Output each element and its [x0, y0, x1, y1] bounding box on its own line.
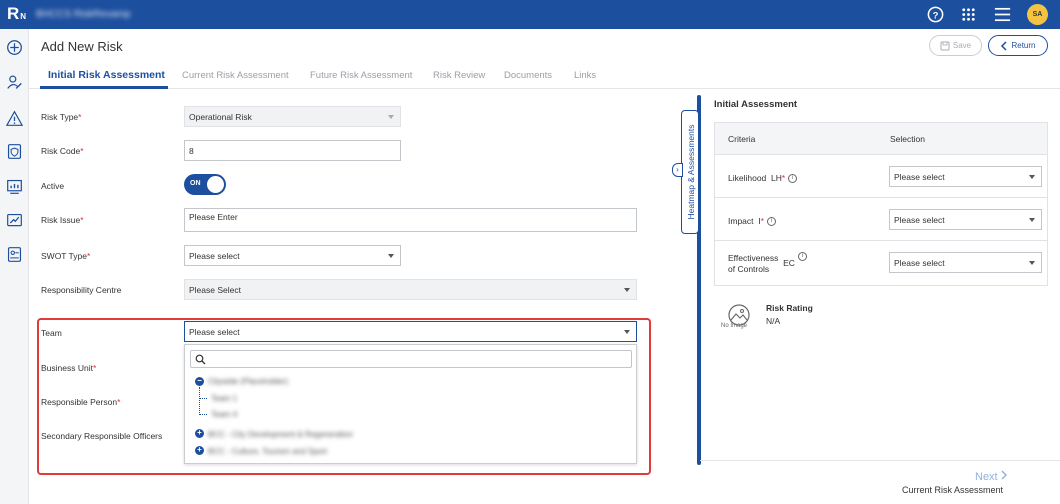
risk-rating-value: N/A	[766, 316, 781, 326]
active-label: Active	[41, 181, 65, 191]
chevron-left-icon	[1001, 40, 1008, 51]
tab-links[interactable]: Links	[574, 70, 596, 81]
return-label: Return	[1011, 41, 1036, 50]
next-step-label: Current Risk Assessment	[902, 485, 1004, 495]
info-icon[interactable]: i	[788, 174, 798, 184]
save-label: Save	[952, 41, 972, 50]
shield-doc-icon[interactable]	[6, 143, 23, 160]
active-toggle[interactable]: ON	[184, 174, 226, 195]
table-row: Effectiveness ECi of Controls Please sele…	[715, 241, 1047, 284]
left-rail	[0, 29, 29, 504]
assessment-table: Criteria Selection Likelihood LH* i Pleas…	[714, 122, 1048, 286]
org-name: BHCCS RiskRevamp	[36, 9, 131, 20]
menu-icon[interactable]	[993, 5, 1012, 24]
chevron-down-icon	[388, 115, 394, 119]
contact-card-icon[interactable]	[6, 246, 23, 263]
effectiveness-select[interactable]: Please select	[889, 252, 1042, 273]
info-icon[interactable]: i	[766, 217, 776, 227]
risk-issue-textarea[interactable]: Please Enter	[184, 208, 637, 232]
criteria-effectiveness: Effectiveness ECi of Controls	[728, 252, 807, 275]
criteria-header: Criteria	[728, 134, 756, 144]
add-icon[interactable]	[6, 39, 23, 56]
responsibility-centre-select[interactable]: Please Select	[184, 279, 637, 300]
user-avatar[interactable]: SA	[1027, 4, 1048, 25]
swot-type-select[interactable]: Please select	[184, 245, 401, 266]
warning-icon[interactable]	[6, 110, 23, 127]
risk-code-label: Risk Code*	[41, 146, 84, 156]
table-row: Impact I* i Please select	[715, 198, 1047, 241]
swot-type-label: SWOT Type*	[41, 251, 91, 261]
heatmap-assessments-tab[interactable]: Heatmap & Assessments	[681, 110, 699, 234]
criteria-impact: Impact I* i	[728, 216, 776, 227]
toggle-knob	[207, 176, 224, 193]
tab-initial-risk-assessment[interactable]: Initial Risk Assessment	[48, 69, 165, 81]
chevron-down-icon	[1029, 261, 1035, 265]
chevron-right-icon[interactable]: ›	[672, 163, 683, 177]
return-button[interactable]: Return	[988, 35, 1048, 56]
risk-issue-label: Risk Issue*	[41, 215, 84, 225]
chevron-down-icon	[1029, 218, 1035, 222]
risk-type-select[interactable]: Operational Risk	[184, 106, 401, 127]
highlight-box	[37, 318, 651, 475]
chevron-down-icon	[388, 254, 394, 258]
save-icon	[940, 41, 950, 50]
report-chart-icon[interactable]	[6, 178, 23, 195]
criteria-likelihood: Likelihood LH* i	[728, 173, 798, 184]
risk-rating-label: Risk Rating	[766, 303, 813, 313]
chevron-down-icon	[624, 288, 630, 292]
app-logo[interactable]: RN	[7, 4, 26, 24]
active-tab-indicator	[40, 86, 168, 89]
chevron-down-icon	[1029, 175, 1035, 179]
apps-grid-icon[interactable]	[959, 5, 978, 24]
chevron-right-icon	[1001, 470, 1007, 480]
footer-divider	[700, 460, 1060, 461]
info-icon[interactable]: i	[797, 252, 807, 262]
help-icon[interactable]: ?	[926, 5, 945, 24]
save-button[interactable]: Save	[929, 35, 982, 56]
impact-select[interactable]: Please select	[889, 209, 1042, 230]
tab-documents[interactable]: Documents	[504, 70, 552, 81]
table-header: Criteria Selection	[715, 123, 1047, 155]
tab-risk-review[interactable]: Risk Review	[433, 70, 485, 81]
no-image-label: No Image	[721, 323, 748, 329]
trend-chart-icon[interactable]	[6, 212, 23, 229]
risk-type-label: Risk Type*	[41, 112, 82, 122]
likelihood-select[interactable]: Please select	[889, 166, 1042, 187]
next-button[interactable]: Next	[975, 470, 1008, 483]
tab-bar: Initial Risk Assessment Current Risk Ass…	[29, 62, 1060, 89]
top-bar: RN BHCCS RiskRevamp ? SA	[0, 0, 1060, 29]
page-title: Add New Risk	[41, 39, 123, 54]
initial-assessment-title: Initial Assessment	[714, 99, 798, 110]
responsibility-centre-label: Responsibility Centre	[41, 285, 122, 295]
tab-current-risk-assessment[interactable]: Current Risk Assessment	[182, 70, 289, 81]
selection-header: Selection	[890, 134, 925, 144]
table-row: Likelihood LH* i Please select	[715, 155, 1047, 198]
svg-text:?: ?	[933, 10, 939, 21]
user-edit-icon[interactable]	[6, 74, 23, 91]
risk-code-input[interactable]: 8	[184, 140, 401, 161]
tab-future-risk-assessment[interactable]: Future Risk Assessment	[310, 70, 412, 81]
